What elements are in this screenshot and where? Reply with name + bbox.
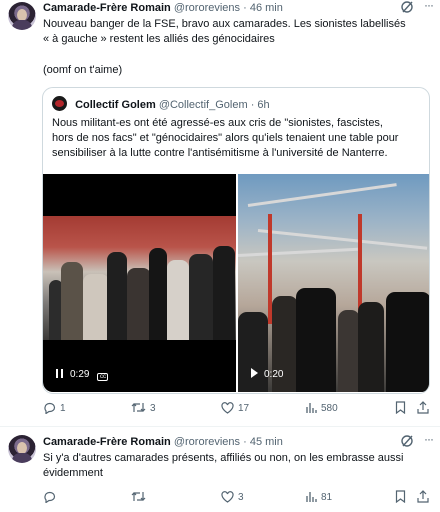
- views-icon: [306, 403, 317, 413]
- avatar[interactable]: [8, 2, 36, 30]
- repost-icon: [131, 492, 146, 501]
- share-icon: [417, 490, 429, 503]
- grok-icon[interactable]: [400, 0, 414, 14]
- author-handle[interactable]: @rororeviens: [174, 2, 240, 14]
- views-button[interactable]: 81: [305, 489, 332, 507]
- pause-icon[interactable]: [56, 369, 63, 378]
- tweet-text: Nouveau banger de la FSE, bravo aux cama…: [43, 18, 406, 76]
- reply-icon: [44, 491, 56, 504]
- quoted-tweet[interactable]: Collectif Golem @Collectif_Golem · 6h No…: [42, 87, 430, 394]
- share-button[interactable]: [417, 489, 433, 507]
- avatar: [52, 96, 67, 111]
- quote-timestamp: 6h: [257, 99, 270, 111]
- reply-button[interactable]: 1: [43, 400, 66, 418]
- tweet-header: Camarade-Frère Romain @rororeviens · 46 …: [43, 2, 283, 14]
- video-thumbnail: [238, 174, 429, 392]
- tweet-actions: 1 3 17 580: [43, 400, 436, 418]
- video-controls[interactable]: 0:20: [245, 366, 289, 384]
- video-thumbnail: [43, 216, 236, 340]
- tweet-actions: 3 81: [43, 489, 436, 507]
- repost-button[interactable]: [131, 489, 150, 507]
- video-duration: 0:29: [70, 369, 90, 380]
- quote-text: Nous militant-es ont été agressé-es aux …: [52, 117, 399, 159]
- bookmark-button[interactable]: [395, 400, 410, 418]
- video-controls[interactable]: 0:29 cc: [50, 366, 114, 384]
- timestamp[interactable]: 46 min: [250, 2, 283, 14]
- video-player[interactable]: 0:20: [238, 174, 429, 392]
- grok-icon[interactable]: [400, 434, 414, 448]
- more-icon[interactable]: ···: [424, 0, 438, 14]
- bookmark-button[interactable]: [395, 489, 410, 507]
- reply-icon: [44, 402, 56, 415]
- captions-icon[interactable]: cc: [97, 373, 109, 381]
- timestamp[interactable]: 45 min: [250, 436, 283, 448]
- bookmark-icon: [395, 490, 406, 504]
- like-icon: [221, 402, 234, 414]
- author-handle[interactable]: @rororeviens: [174, 436, 240, 448]
- play-icon[interactable]: [251, 368, 258, 378]
- author-name[interactable]: Camarade-Frère Romain: [43, 436, 171, 448]
- quote-author-handle: @Collectif_Golem: [158, 99, 248, 111]
- tweet[interactable]: Camarade-Frère Romain @rororeviens · 45 …: [0, 426, 440, 512]
- share-icon: [417, 401, 429, 414]
- video-player[interactable]: 0:29 cc: [43, 174, 236, 392]
- like-icon: [221, 491, 234, 503]
- like-button[interactable]: 17: [221, 400, 249, 418]
- tweet[interactable]: Camarade-Frère Romain @rororeviens · 46 …: [0, 0, 440, 426]
- video-duration: 0:20: [264, 369, 284, 380]
- reply-button[interactable]: [43, 489, 60, 507]
- tweet-header: Camarade-Frère Romain @rororeviens · 45 …: [43, 436, 283, 448]
- views-button[interactable]: 580: [305, 400, 338, 418]
- like-button[interactable]: 3: [221, 489, 244, 507]
- views-icon: [306, 492, 317, 502]
- more-icon[interactable]: ···: [424, 433, 438, 448]
- repost-button[interactable]: 3: [131, 400, 156, 418]
- quote-author-name: Collectif Golem: [75, 99, 156, 111]
- avatar[interactable]: [8, 435, 36, 463]
- share-button[interactable]: [417, 400, 433, 418]
- quote-header: Collectif Golem @Collectif_Golem · 6h: [52, 96, 270, 112]
- author-name[interactable]: Camarade-Frère Romain: [43, 2, 171, 14]
- bookmark-icon: [395, 401, 406, 415]
- tweet-text: Si y'a d'autres camarades présents, affi…: [43, 452, 404, 479]
- repost-icon: [131, 403, 146, 412]
